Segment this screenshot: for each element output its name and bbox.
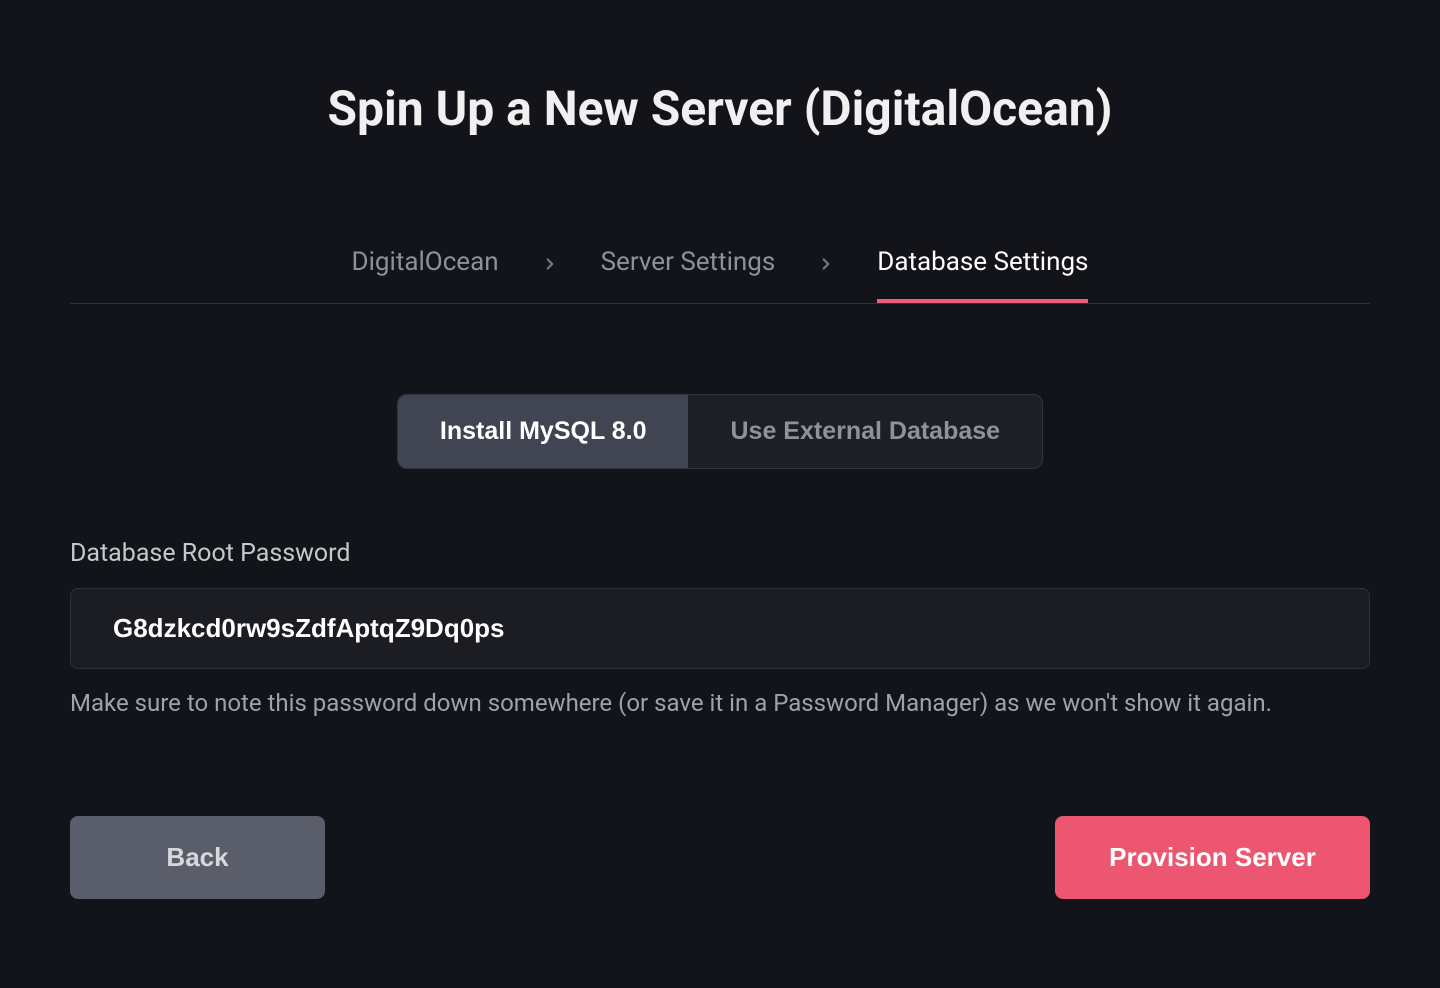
page-title: Spin Up a New Server (DigitalOcean) xyxy=(70,80,1370,137)
chevron-right-icon xyxy=(541,255,559,295)
segment-install-mysql[interactable]: Install MySQL 8.0 xyxy=(398,395,689,468)
back-button[interactable]: Back xyxy=(70,816,325,899)
chevron-right-icon xyxy=(817,255,835,295)
breadcrumb-digitalocean[interactable]: DigitalOcean xyxy=(352,247,499,303)
breadcrumb: DigitalOcean Server Settings Database Se… xyxy=(70,247,1370,304)
database-mode-segment: Install MySQL 8.0 Use External Database xyxy=(70,394,1370,469)
button-row: Back Provision Server xyxy=(70,816,1370,899)
provision-server-button[interactable]: Provision Server xyxy=(1055,816,1370,899)
database-root-password-input[interactable] xyxy=(70,588,1370,669)
segment-external-database[interactable]: Use External Database xyxy=(688,395,1042,468)
password-label: Database Root Password xyxy=(70,539,1370,568)
password-form-group: Database Root Password Make sure to note… xyxy=(70,539,1370,721)
password-hint: Make sure to note this password down som… xyxy=(70,687,1370,721)
breadcrumb-database-settings[interactable]: Database Settings xyxy=(877,247,1088,303)
breadcrumb-server-settings[interactable]: Server Settings xyxy=(601,247,776,303)
